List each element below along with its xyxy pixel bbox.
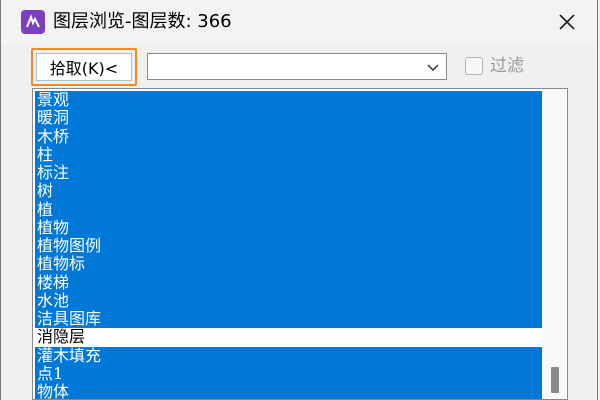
app-icon — [21, 10, 45, 34]
title-bar: 图层浏览-图层数: 366 — [1, 0, 597, 44]
list-item[interactable]: 植物图例 — [35, 237, 542, 256]
list-item[interactable]: 灌木填充 — [35, 346, 542, 365]
list-item[interactable]: 柱 — [35, 145, 542, 164]
layer-list-items: 景观 暖洞 木桥 柱 标注 树 植 植物 植物图例 植物标 楼梯 水池 洁具图库… — [35, 91, 542, 399]
list-item[interactable]: 洁具图库 — [35, 310, 542, 329]
list-item[interactable]: 水池 — [35, 291, 542, 310]
list-item[interactable]: 物体 — [35, 383, 542, 399]
list-item[interactable]: 点1 — [35, 364, 542, 383]
scrollbar-thumb[interactable] — [551, 367, 559, 393]
list-item[interactable]: 木桥 — [35, 127, 542, 146]
layer-filter-combo[interactable] — [147, 53, 447, 80]
close-icon — [559, 14, 575, 30]
layer-list[interactable]: 景观 暖洞 木桥 柱 标注 树 植 植物 植物图例 植物标 楼梯 水池 洁具图库… — [32, 88, 568, 400]
list-item[interactable]: 楼梯 — [35, 273, 542, 292]
pick-button-focus-ring: 拾取(K)< — [31, 48, 137, 86]
filter-label: 过滤 — [490, 56, 524, 76]
list-item[interactable]: 标注 — [35, 164, 542, 183]
vertical-scrollbar[interactable] — [542, 89, 566, 399]
list-item[interactable]: 植物 — [35, 218, 542, 237]
list-item[interactable]: 树 — [35, 182, 542, 201]
list-item[interactable]: 消隐层 — [35, 328, 542, 347]
pick-button[interactable]: 拾取(K)< — [36, 53, 132, 81]
layer-browser-dialog: 图层浏览-图层数: 366 拾取(K)< 过滤 景观 暖洞 木桥 柱 标注 树 … — [0, 0, 598, 400]
list-item[interactable]: 景观 — [35, 91, 542, 110]
list-item[interactable]: 植 — [35, 200, 542, 219]
chevron-down-icon[interactable] — [426, 61, 440, 73]
close-button[interactable] — [553, 8, 581, 36]
window-title: 图层浏览-图层数: 366 — [53, 11, 232, 32]
filter-checkbox[interactable] — [465, 57, 483, 75]
list-item[interactable]: 暖洞 — [35, 109, 542, 128]
list-item[interactable]: 植物标 — [35, 255, 542, 274]
